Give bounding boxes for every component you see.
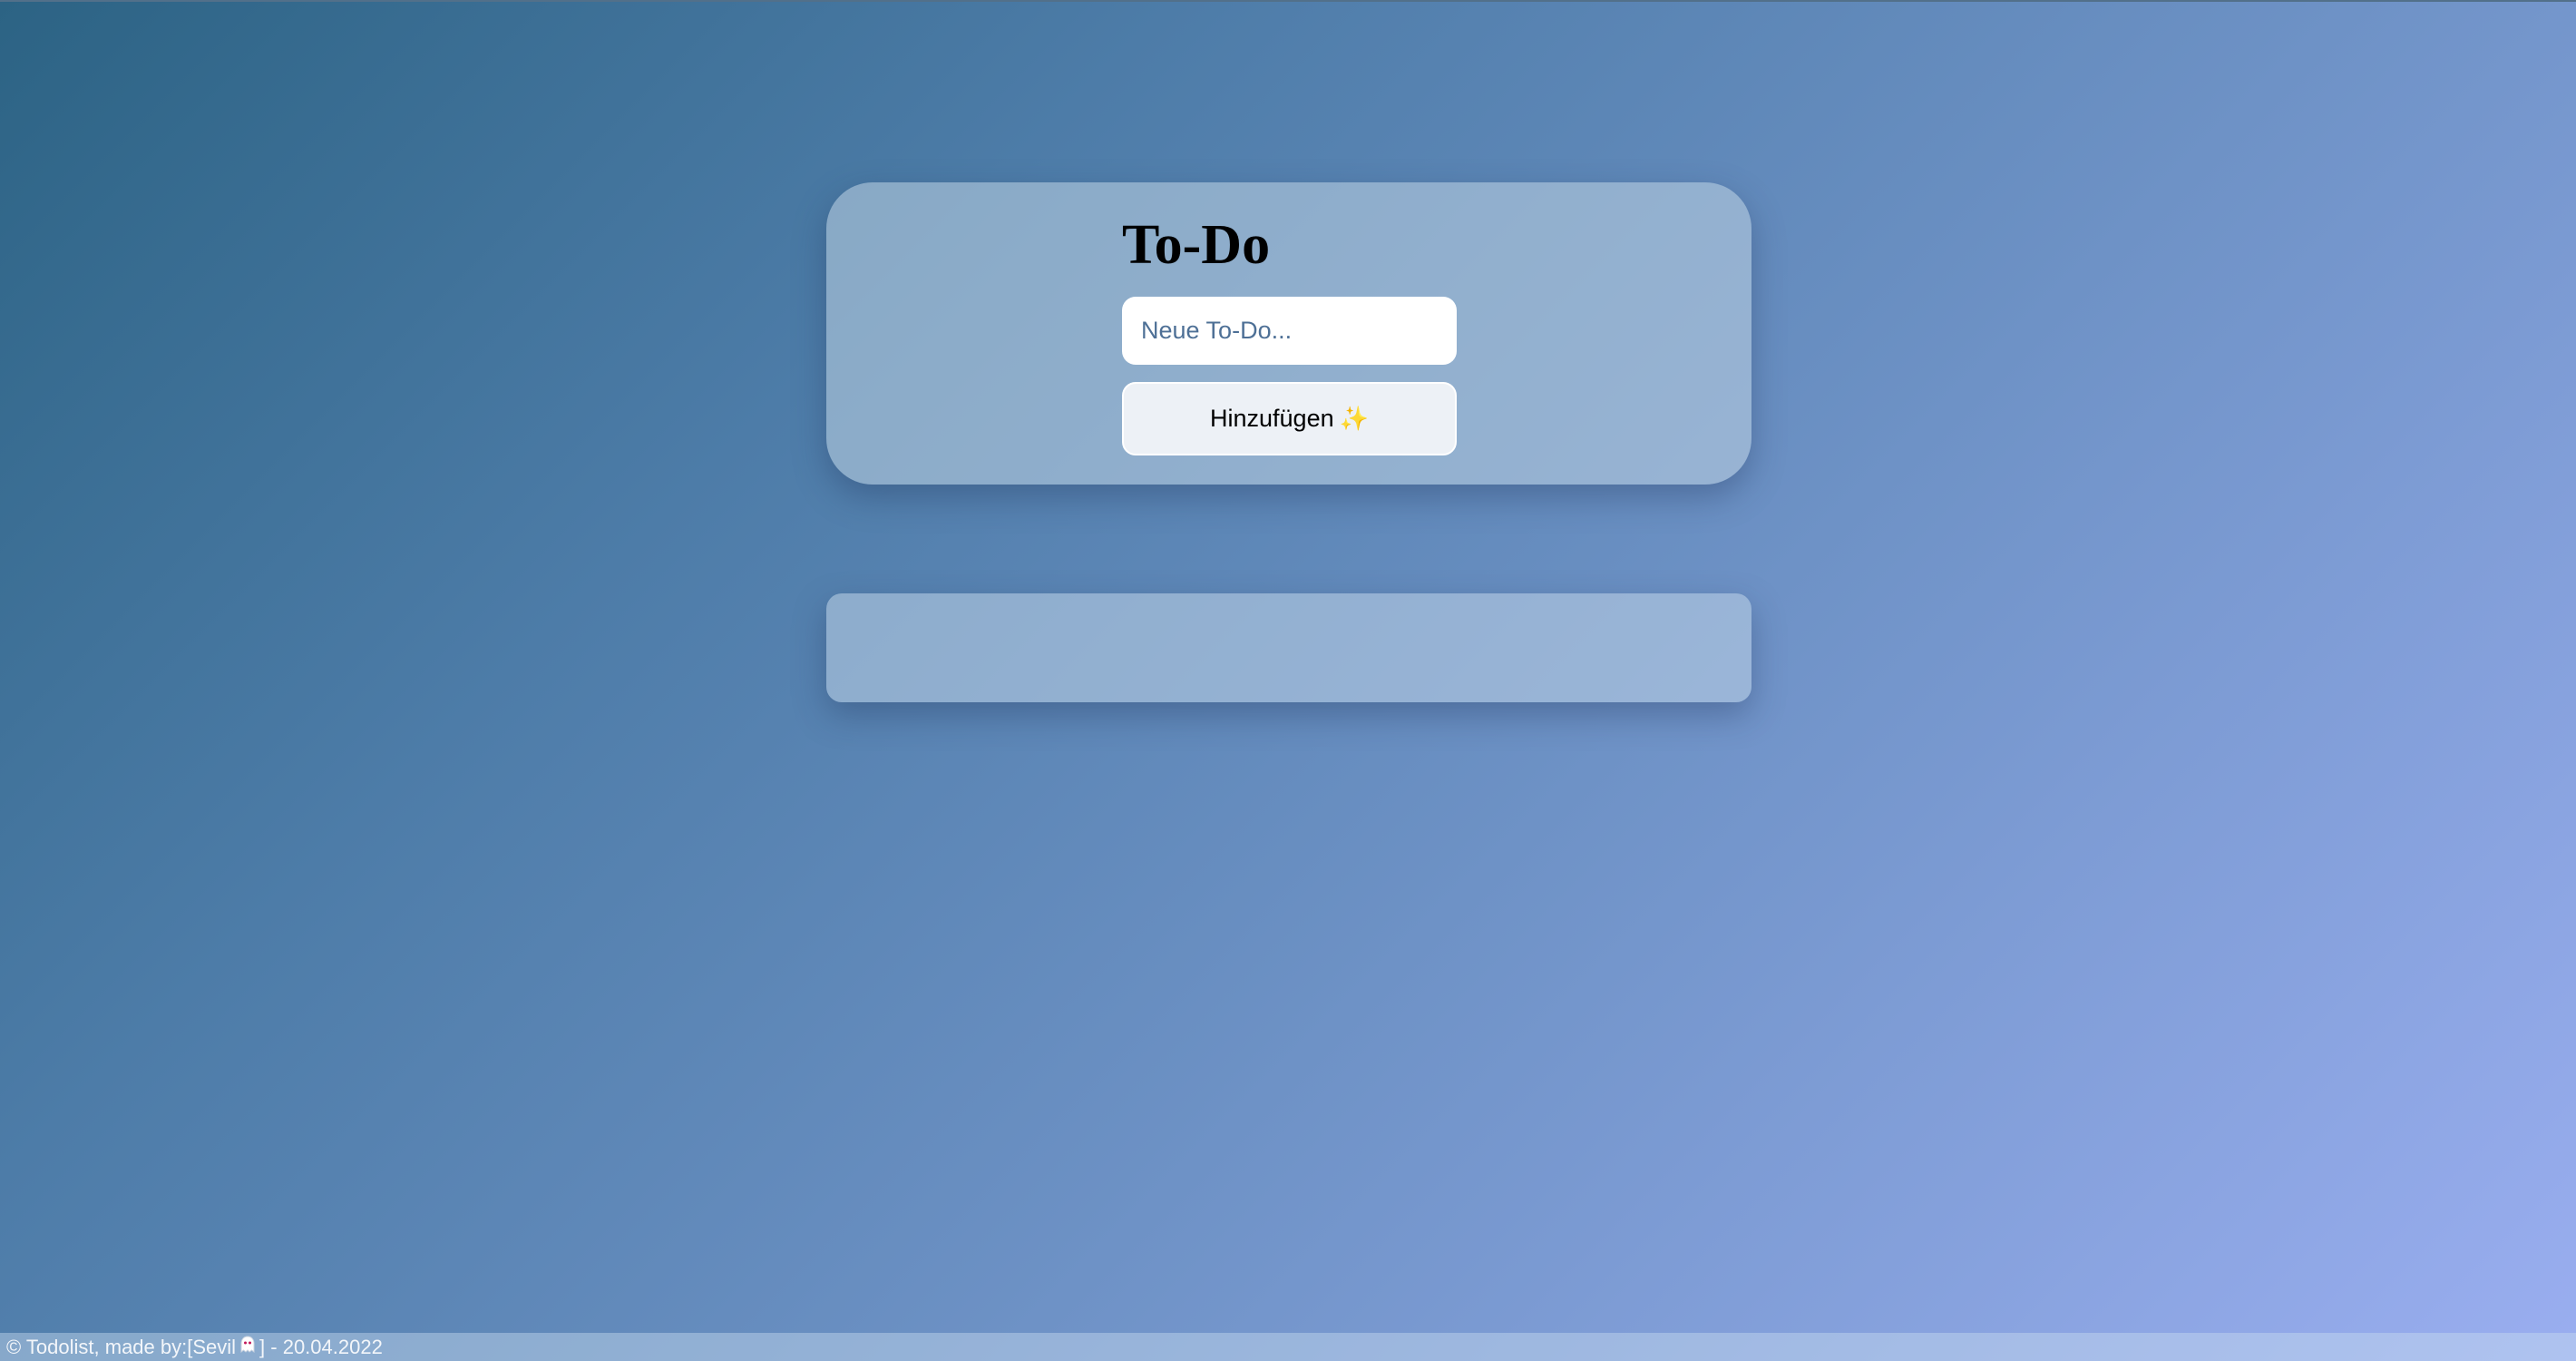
add-todo-button[interactable]: Hinzufügen ✨ <box>1122 382 1457 455</box>
footer: © Todolist, made by:[Sevil ] - 20.04.202… <box>0 1333 2576 1361</box>
add-button-label: Hinzufügen <box>1210 405 1334 432</box>
top-border <box>0 0 2576 2</box>
footer-prefix: © Todolist, made by:[Sevil <box>6 1335 237 1358</box>
sparkles-icon: ✨ <box>1339 405 1369 432</box>
todo-list <box>826 593 1751 702</box>
ghost-icon <box>239 1335 256 1359</box>
page-title: To-Do <box>1122 214 1271 276</box>
footer-suffix: ] - 20.04.2022 <box>259 1335 383 1358</box>
new-todo-input[interactable] <box>1122 297 1457 365</box>
